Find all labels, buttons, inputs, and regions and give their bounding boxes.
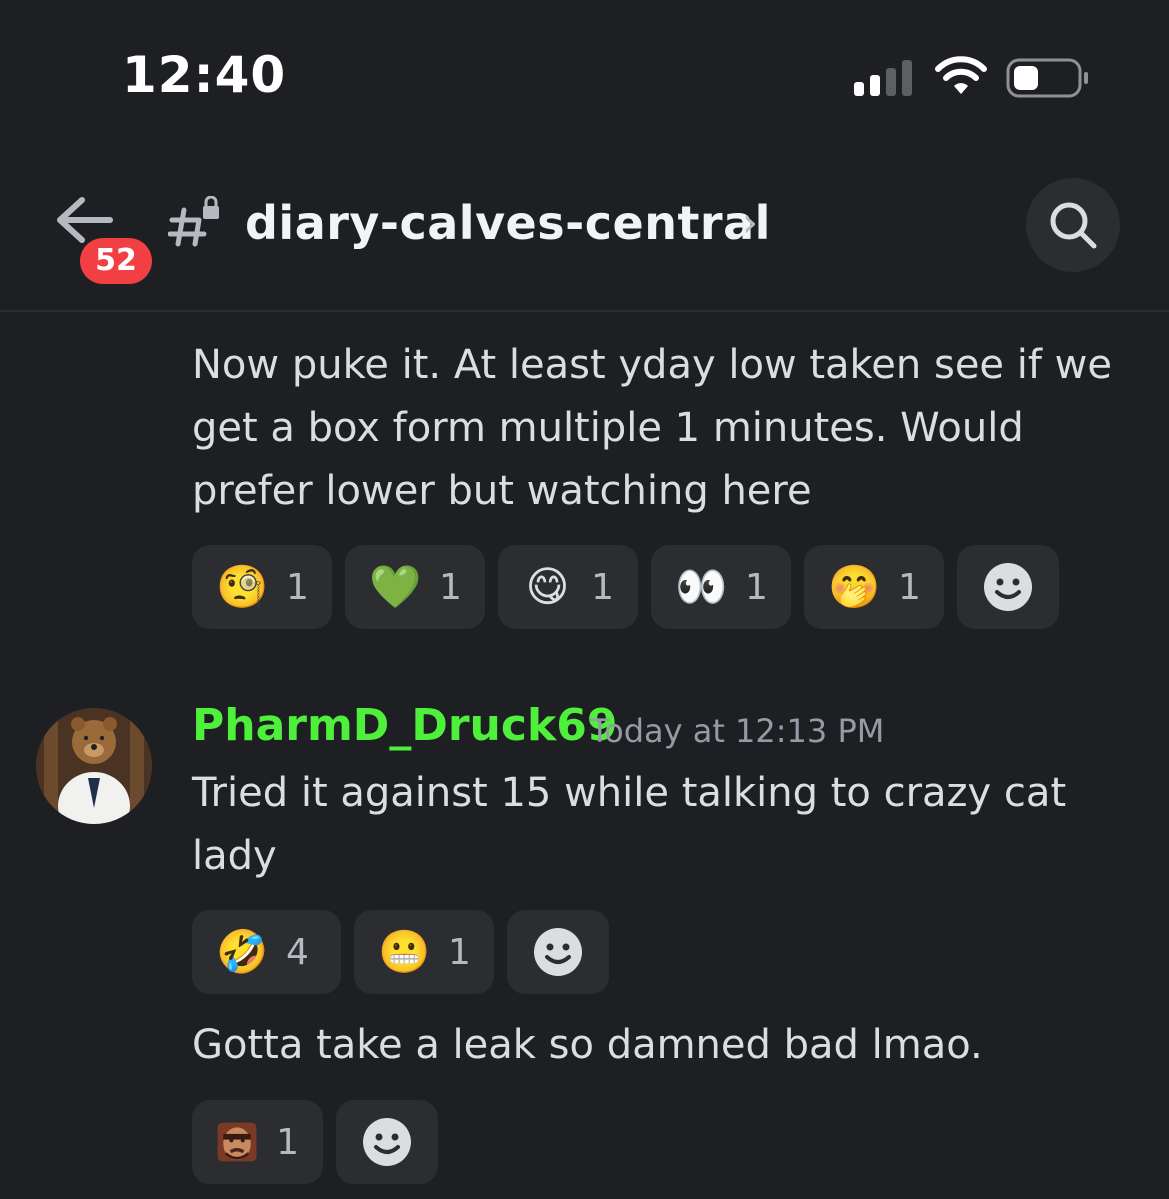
cellular-signal-icon xyxy=(854,60,912,96)
status-time: 12:40 xyxy=(122,46,287,104)
unread-badge: 52 xyxy=(80,238,152,284)
locked-channel-hash-icon xyxy=(168,196,219,247)
reaction-count: 1 xyxy=(745,566,768,608)
search-icon xyxy=(1050,202,1097,249)
add-reaction-smiley-icon xyxy=(534,928,582,976)
reaction-pill[interactable]: 🧐 1 xyxy=(192,545,332,629)
reaction-pill[interactable]: 👀 1 xyxy=(651,545,791,629)
add-reaction-smiley-icon xyxy=(984,563,1032,611)
grimacing-icon: 😬 xyxy=(378,927,431,976)
add-reaction-button[interactable] xyxy=(507,910,609,994)
message-text: Gotta take a leak so damned bad lmao. xyxy=(192,1022,983,1068)
reaction-pill[interactable]: 🤣 4 xyxy=(192,910,341,994)
channel-header: 52 diary-calves-central › xyxy=(0,150,1169,312)
green-heart-icon: 💚 xyxy=(369,562,422,611)
wifi-icon xyxy=(935,56,987,94)
reaction-pill[interactable]: 💚 1 xyxy=(345,545,485,629)
add-reaction-button[interactable] xyxy=(336,1100,438,1184)
add-reaction-button[interactable] xyxy=(957,545,1059,629)
reaction-bar: 🧐 1 💚 1 😋 1 👀 1 🤭 1 xyxy=(192,545,1059,629)
reaction-bar: 🤣 4 😬 1 xyxy=(192,910,609,994)
eyes-icon: 👀 xyxy=(675,562,728,611)
reaction-count: 1 xyxy=(591,566,614,608)
reaction-count: 1 xyxy=(448,931,471,973)
hand-over-mouth-icon: 🤭 xyxy=(828,562,881,611)
status-bar: 12:40 xyxy=(0,0,1169,150)
reaction-count: 1 xyxy=(276,1121,299,1163)
reaction-count: 1 xyxy=(286,566,309,608)
avatar[interactable] xyxy=(36,708,152,824)
reaction-bar: 1 xyxy=(192,1100,438,1184)
face-with-monocle-icon: 🧐 xyxy=(216,562,269,611)
chevron-right-icon[interactable]: › xyxy=(742,200,758,246)
channel-title[interactable]: diary-calves-central xyxy=(245,196,771,250)
bear-doctor-avatar-icon xyxy=(36,708,152,824)
reaction-count: 4 xyxy=(286,931,309,973)
message-author[interactable]: PharmD_Druck69 xyxy=(192,700,617,751)
custom-face-emoji-icon xyxy=(217,1122,257,1162)
rofl-icon: 🤣 xyxy=(216,927,269,976)
reaction-count: 1 xyxy=(898,566,921,608)
reaction-pill[interactable]: 😬 1 xyxy=(354,910,494,994)
battery-icon xyxy=(1006,58,1088,98)
reaction-pill[interactable]: 1 xyxy=(192,1100,323,1184)
message-text: Tried it against 15 while talking to cra… xyxy=(192,770,1067,879)
reaction-pill[interactable]: 😋 1 xyxy=(498,545,638,629)
reaction-pill[interactable]: 🤭 1 xyxy=(804,545,944,629)
search-button[interactable] xyxy=(1026,178,1120,272)
reaction-count: 1 xyxy=(439,566,462,608)
message-text: Now puke it. At least yday low taken see… xyxy=(192,342,1112,514)
message-timestamp: Today at 12:13 PM xyxy=(590,712,885,750)
yum-face-icon: 😋 xyxy=(525,562,570,611)
add-reaction-smiley-icon xyxy=(363,1118,411,1166)
